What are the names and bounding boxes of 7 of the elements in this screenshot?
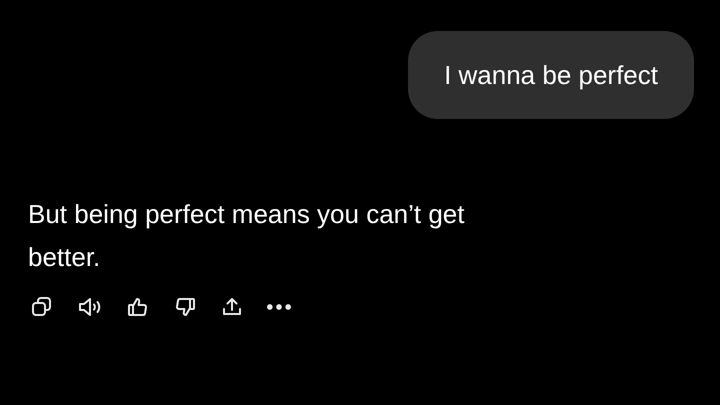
assistant-message: But being perfect means you can’t get better.	[28, 198, 466, 274]
user-message-bubble: I wanna be perfect	[408, 31, 694, 119]
speaker-icon	[77, 295, 103, 319]
thumbs-up-icon	[126, 295, 150, 319]
more-icon	[267, 304, 291, 310]
thumbs-down-icon	[173, 295, 197, 319]
copy-icon	[30, 295, 54, 319]
